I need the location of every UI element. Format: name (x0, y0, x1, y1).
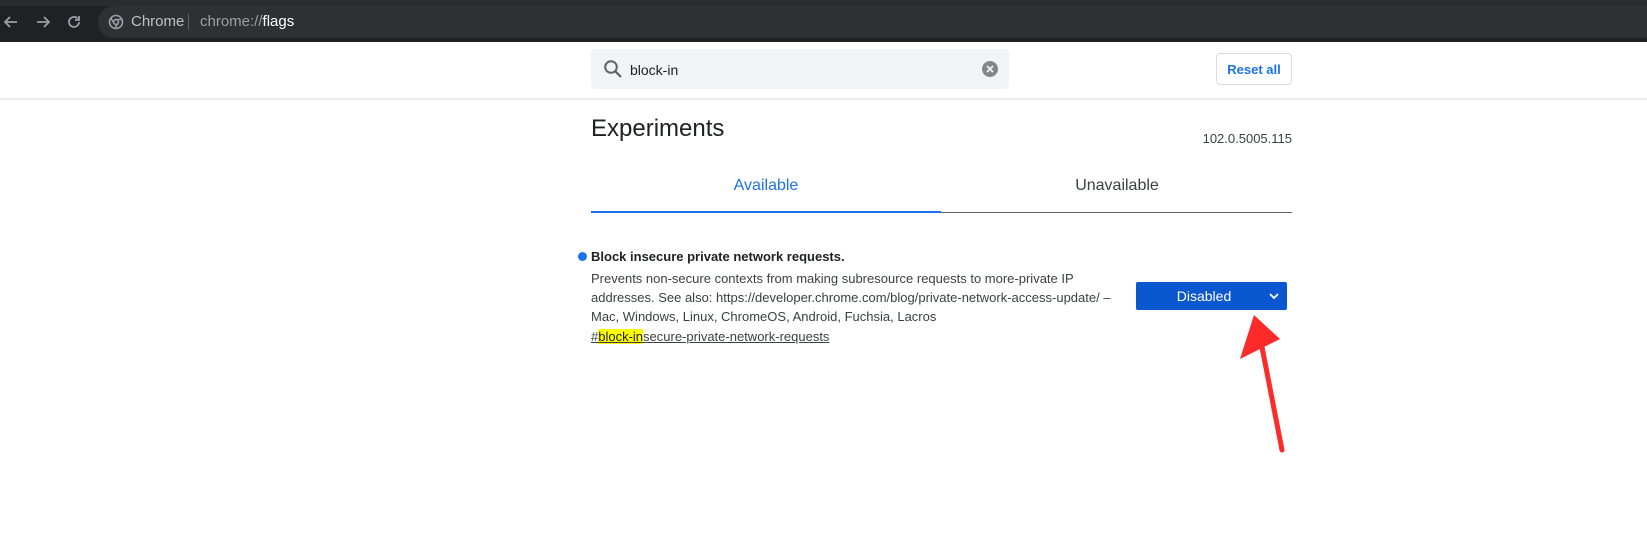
arrow-right-icon (37, 16, 51, 28)
omnibox-divider (188, 14, 189, 30)
flags-header: Reset all (0, 42, 1647, 100)
permalink-rest: secure-private-network-requests (643, 329, 830, 344)
experiment-permalink[interactable]: #block-insecure-private-network-requests (591, 329, 829, 344)
reload-icon (68, 16, 80, 28)
clear-search-icon[interactable] (981, 60, 999, 78)
selected-option: Disabled (1176, 288, 1232, 304)
page-title: Experiments (591, 115, 725, 142)
browser-toolbar: Chrome chrome://flags (0, 0, 1647, 42)
tab-unavailable[interactable]: Unavailable (942, 160, 1292, 212)
back-button[interactable] (1, 12, 21, 32)
site-label: Chrome (131, 13, 185, 30)
annotation-arrow-icon (1240, 315, 1285, 453)
modified-indicator-dot (578, 252, 587, 261)
arrow-left-icon (3, 16, 17, 28)
address-bar[interactable]: Chrome chrome://flags (98, 6, 1647, 38)
url-host: flags (262, 13, 295, 30)
tab-bar: Available Unavailable (591, 160, 1292, 213)
url-text[interactable]: chrome://flags (200, 13, 294, 30)
tab-available[interactable]: Available (591, 160, 941, 213)
reset-all-button[interactable]: Reset all (1216, 53, 1292, 85)
reload-button[interactable] (64, 12, 84, 32)
experiment-description: Prevents non-secure contexts from making… (591, 271, 1111, 324)
version-label: 102.0.5005.115 (1202, 131, 1292, 146)
search-match-highlight: block-in (598, 329, 644, 344)
search-box[interactable] (591, 49, 1009, 89)
experiment-state-select[interactable]: Disabled (1136, 282, 1287, 310)
chrome-icon (108, 14, 124, 30)
forward-button[interactable] (33, 12, 53, 32)
search-icon (604, 60, 622, 78)
url-scheme: chrome:// (200, 13, 263, 30)
chevron-down-icon (1269, 293, 1279, 300)
experiment-title: Block insecure private network requests. (591, 249, 845, 264)
search-input[interactable] (628, 57, 962, 83)
